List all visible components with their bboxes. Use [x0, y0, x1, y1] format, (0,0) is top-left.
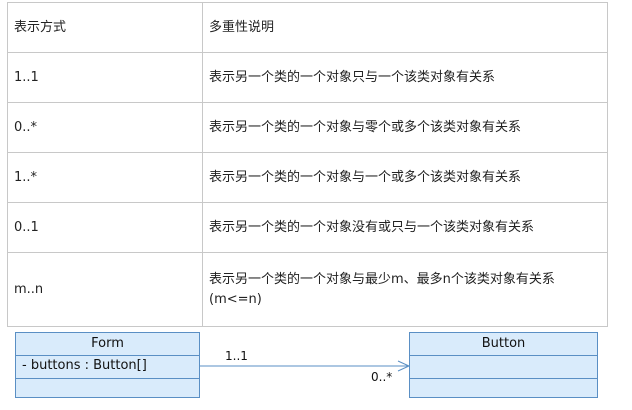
button-class-attributes: [410, 356, 597, 379]
button-class-name: Button: [410, 333, 597, 356]
target-multiplicity-label: 0..*: [371, 370, 393, 384]
form-class-name: Form: [16, 333, 199, 356]
source-multiplicity-label: 1..1: [225, 349, 248, 363]
button-class[interactable]: Button: [409, 332, 598, 398]
button-class-operations: [410, 379, 597, 399]
form-class-operations: [16, 379, 199, 399]
form-class-attribute: - buttons : Button[]: [16, 356, 199, 379]
form-class[interactable]: Form - buttons : Button[]: [15, 332, 200, 398]
